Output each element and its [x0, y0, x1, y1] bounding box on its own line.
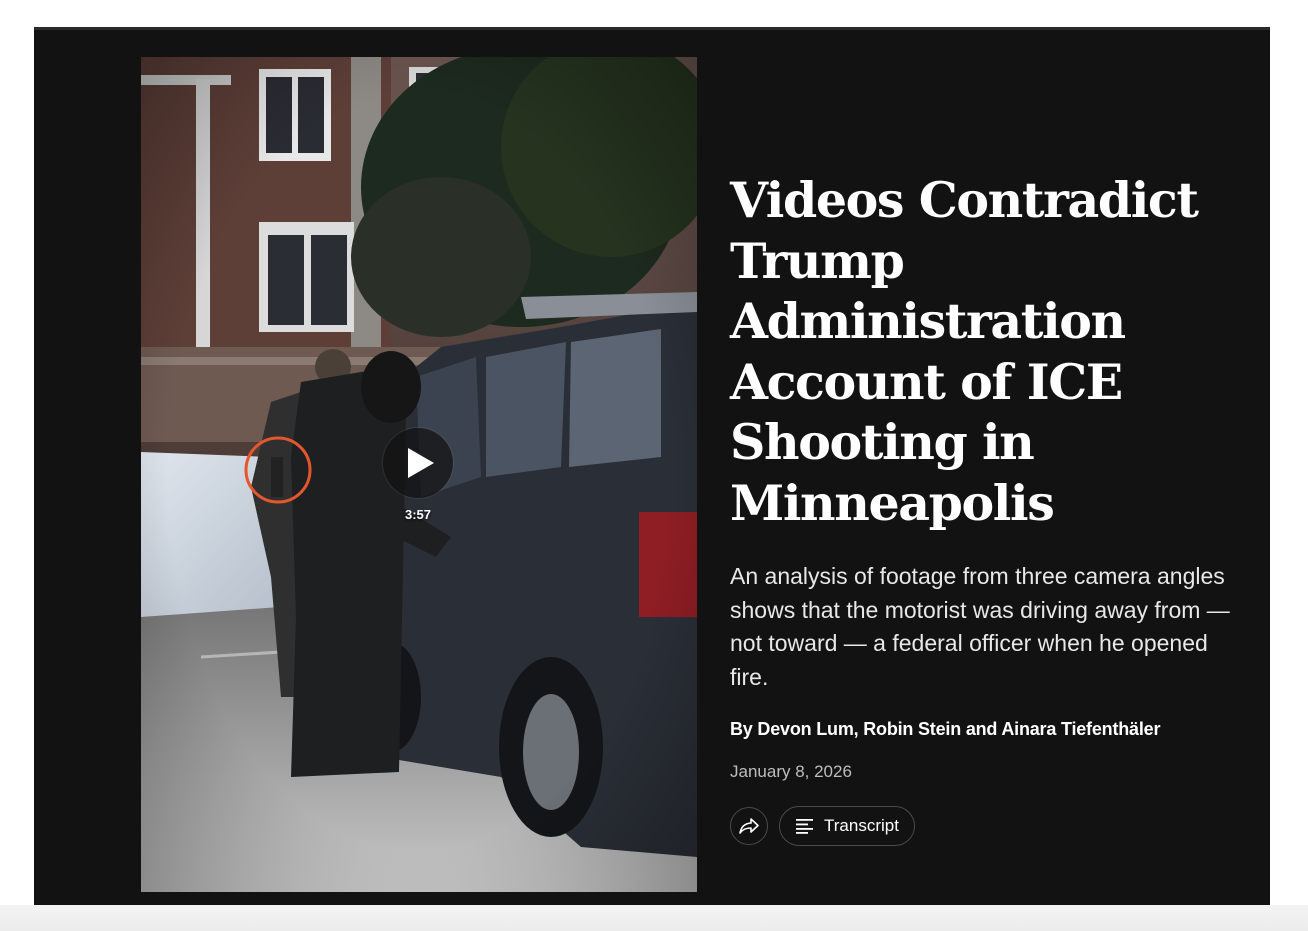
- video-module: 3:57 Videos Contradict Trump Administrat…: [34, 27, 1270, 905]
- transcript-icon: [796, 819, 813, 834]
- article-info: Videos Contradict Trump Administration A…: [730, 170, 1250, 846]
- transcript-button[interactable]: Transcript: [779, 806, 915, 846]
- byline: By Devon Lum, Robin Stein and Ainara Tie…: [730, 719, 1161, 739]
- video-player[interactable]: 3:57: [141, 57, 697, 892]
- video-duration: 3:57: [404, 507, 432, 522]
- share-button[interactable]: [730, 807, 768, 845]
- play-icon: [407, 448, 434, 478]
- transcript-label: Transcript: [824, 816, 899, 835]
- publish-date: January 8, 2026: [730, 762, 852, 781]
- page-footer-shade: [0, 905, 1308, 931]
- action-bar: Transcript: [730, 806, 1250, 846]
- headline[interactable]: Videos Contradict Trump Administration A…: [730, 170, 1250, 533]
- play-button[interactable]: [383, 428, 453, 498]
- summary: An analysis of footage from three camera…: [730, 563, 1230, 690]
- share-icon: [739, 818, 759, 834]
- page: 3:57 Videos Contradict Trump Administrat…: [0, 0, 1308, 931]
